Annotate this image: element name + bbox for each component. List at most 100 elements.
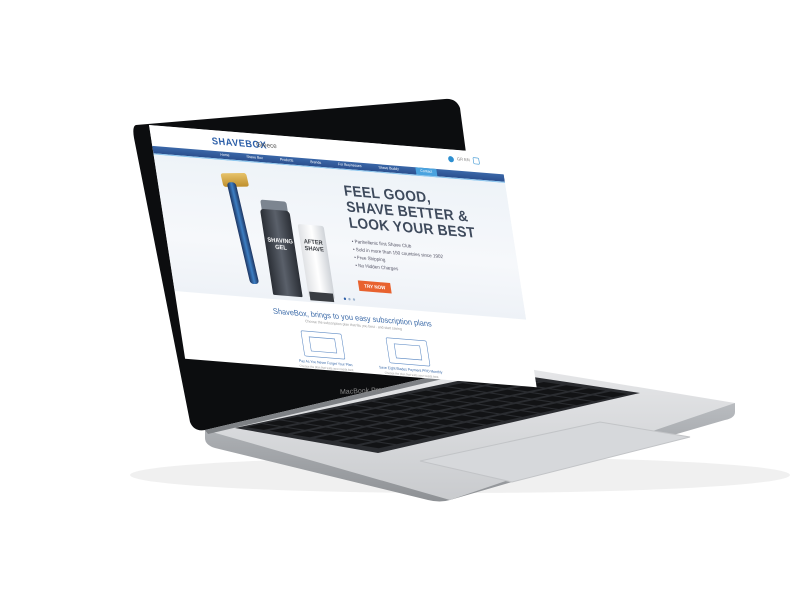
keyboard-key (379, 438, 412, 445)
keyboard-key (396, 401, 430, 408)
keyboard-key (523, 407, 556, 413)
hero-bullets: • Panhellenic first Shave Club • Sold in… (351, 237, 446, 276)
keyboard-key (269, 427, 302, 434)
keyboard-key (392, 394, 425, 400)
keyboard-key (514, 392, 547, 399)
carousel-dot[interactable] (348, 297, 351, 301)
keyboard-key (405, 415, 439, 422)
keyboard-key (356, 434, 389, 441)
keyboard-key (397, 434, 430, 441)
cart-icon[interactable] (472, 157, 480, 165)
keyboard-key (455, 397, 489, 403)
plan-illustration-icon (300, 330, 346, 360)
keyboard-key (287, 423, 321, 430)
keyboard-key (374, 398, 407, 404)
keyboard-key (496, 396, 529, 403)
keyboard-key (469, 418, 502, 425)
keyboard-key (460, 404, 493, 411)
keyboard-key (469, 386, 503, 392)
keyboard-key (437, 400, 471, 407)
keyboard-key (492, 389, 525, 396)
keyboard-key (264, 420, 298, 427)
plan-illustration-icon (385, 337, 431, 367)
keyboard-key (323, 416, 357, 423)
keyboard-key (337, 405, 371, 412)
keyboard-key (551, 385, 584, 391)
keyboard-key (401, 408, 434, 415)
keyboard-key (342, 412, 375, 419)
keyboard-key (429, 386, 462, 393)
keyboard-key (305, 420, 339, 427)
keyboard-key (482, 407, 516, 414)
keyboard-key (474, 393, 507, 400)
keyboard-key (319, 409, 352, 415)
keyboard-key (292, 431, 325, 438)
aftershave-image (297, 223, 336, 300)
keyboard-key (410, 423, 443, 430)
keyboard-key (451, 422, 484, 429)
keyboard-key (555, 392, 588, 398)
hero-title: FEEL GOOD, SHAVE BETTER & LOOK YOUR BEST (343, 183, 477, 242)
header-utilities: GR EN (447, 155, 480, 165)
keyboard-key (282, 416, 316, 423)
website-screen: SHAVEBOX Greece GR EN Home Shave Box Pro… (149, 125, 537, 388)
keyboard-key (433, 426, 466, 433)
hero-banner: SHAVING GEL AFTER SHAVE FEEL GOOD, SHAVE… (153, 154, 527, 320)
keyboard-key (577, 395, 610, 402)
carousel-dots (343, 297, 356, 301)
keyboard-key (505, 411, 538, 417)
keyboard-key (446, 415, 480, 422)
keyboard-key (519, 399, 552, 406)
keyboard-key (510, 385, 543, 392)
keyboard-key (246, 424, 279, 430)
keyboard-key (532, 389, 566, 395)
keyboard-key (301, 412, 334, 419)
keyboard-key (387, 419, 421, 426)
keyboard-key (595, 391, 628, 398)
carousel-dot[interactable] (343, 297, 347, 301)
keyboard-key (338, 438, 371, 445)
keyboard-key (383, 412, 416, 419)
carousel-dot[interactable] (352, 298, 356, 301)
keyboard-key (447, 383, 480, 389)
keyboard-key (451, 390, 484, 396)
keyboard-key (559, 399, 592, 406)
shaving-gel-label: SHAVING GEL (267, 236, 294, 252)
aftershave-cap (309, 291, 335, 303)
keyboard-key (310, 427, 344, 434)
keyboard-key (442, 408, 475, 414)
plan-card[interactable]: Save Eight Blades Payment PRO Monthly Ch… (366, 336, 451, 381)
razor-handle-image (226, 182, 260, 285)
keyboard-key (361, 442, 394, 449)
keyboard-key (410, 390, 444, 397)
keyboard-key (501, 403, 534, 410)
keyboard-key (415, 397, 448, 404)
keyboard-key (464, 411, 498, 418)
aftershave-label: AFTER SHAVE (303, 238, 325, 254)
language-selector[interactable]: GR EN (457, 157, 470, 162)
keyboard-key (374, 430, 407, 437)
try-now-button[interactable]: TRY NOW (357, 280, 392, 294)
plan-card[interactable]: Pay As You Never Forget Your Plan Choose… (281, 329, 366, 374)
keyboard-key (478, 400, 511, 407)
keyboard-key (428, 419, 462, 426)
keyboard-key (346, 419, 380, 426)
keyboard-key (573, 388, 606, 395)
keyboard-key (537, 396, 570, 402)
keyboard-key (333, 431, 366, 438)
keyboard-key (365, 416, 398, 422)
keyboard-key (315, 434, 348, 441)
keyboard-key (487, 414, 520, 421)
keyboard-key (415, 430, 448, 437)
keyboard-key (355, 401, 389, 408)
keyboard-key (378, 405, 412, 411)
keyboard-key (541, 403, 574, 409)
keyboard-key (351, 427, 385, 434)
keyboard-key (433, 393, 466, 400)
keyboard-key (424, 411, 457, 418)
globe-icon[interactable] (447, 155, 455, 163)
keyboard-key (328, 423, 362, 430)
shaving-gel-image (259, 208, 303, 298)
keyboard-key (419, 404, 452, 411)
keyboard-key (360, 408, 393, 415)
